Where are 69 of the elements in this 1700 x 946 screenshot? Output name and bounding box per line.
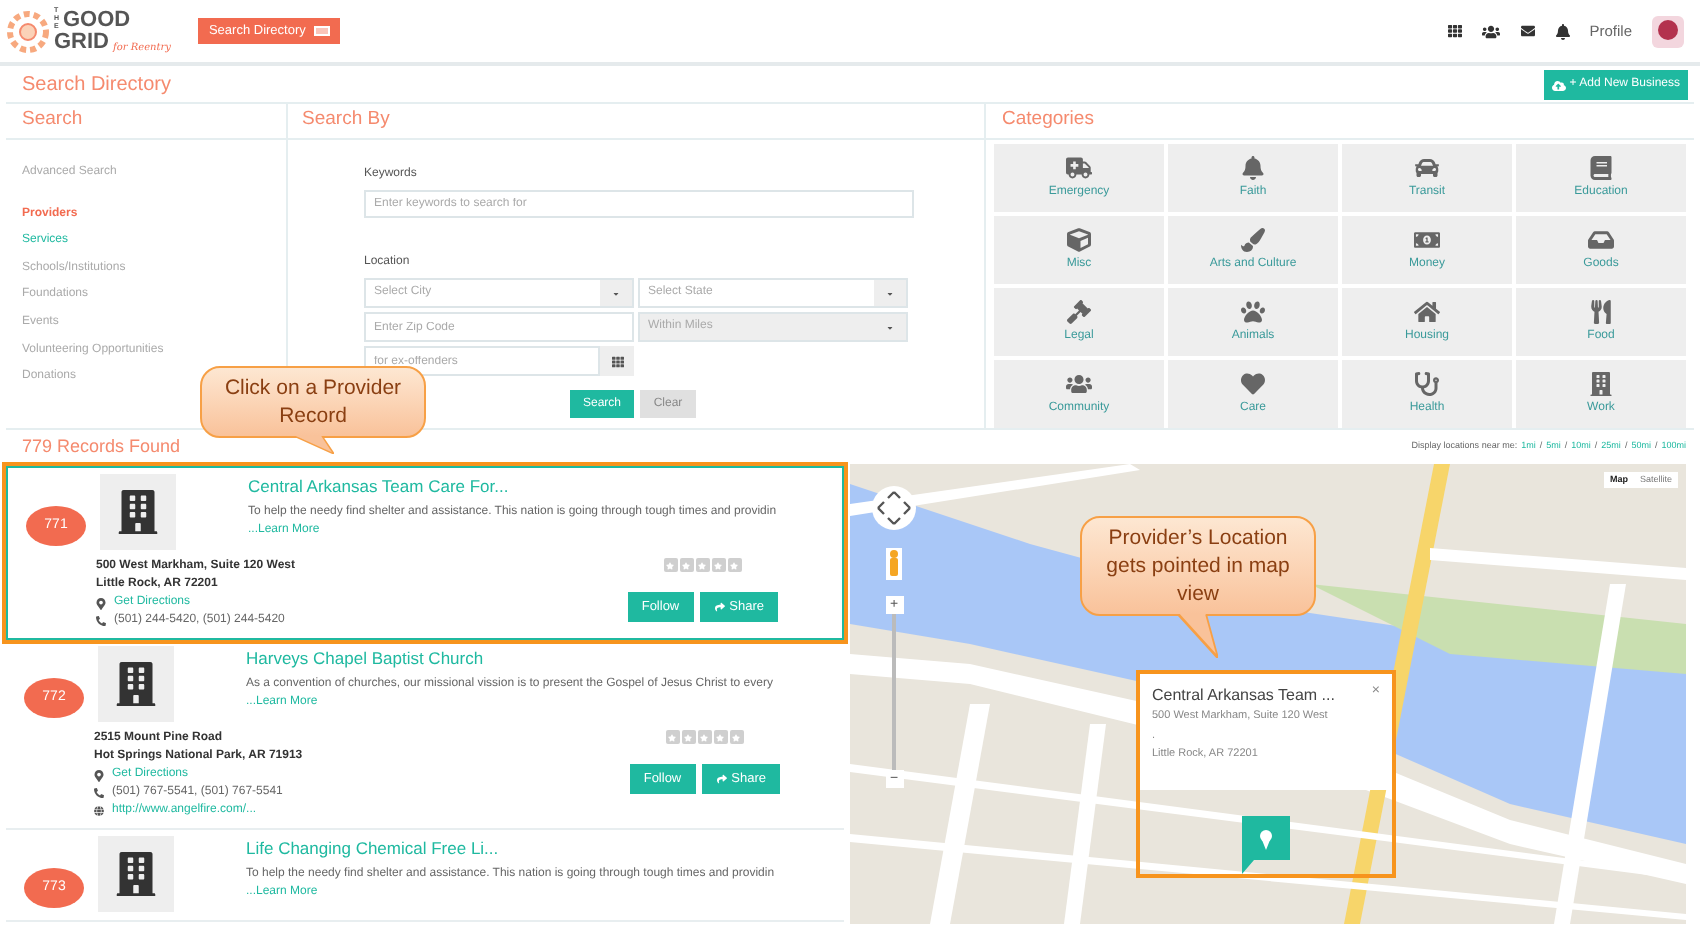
share-arrow-icon: [715, 774, 728, 784]
star[interactable]: [697, 730, 712, 744]
star[interactable]: [729, 730, 744, 744]
star[interactable]: [665, 730, 680, 744]
panel-title: Search: [22, 106, 83, 135]
fork-knife-icon: [1588, 299, 1614, 323]
info-title: Central Arkansas Team ...: [1152, 684, 1335, 708]
grid-icon: [611, 355, 623, 367]
caret-down-icon: [886, 289, 894, 297]
bell-icon: [1240, 155, 1266, 179]
building-icon: [1588, 371, 1614, 395]
pin-icon: [96, 597, 106, 609]
callout-pointer: [1178, 614, 1218, 658]
bell-icon[interactable]: [1555, 23, 1570, 39]
callout-pointer: [293, 436, 333, 454]
record-card[interactable]: [6, 466, 844, 640]
mail-icon[interactable]: [1519, 24, 1536, 38]
share-arrow-icon: [713, 602, 726, 612]
logo-text: GOOD: [63, 9, 131, 31]
star[interactable]: [663, 558, 678, 572]
book-icon: [1588, 155, 1614, 179]
callout-bubble: Click on a Provider Record: [200, 366, 426, 438]
ambulance-icon: [1066, 155, 1092, 179]
star[interactable]: [679, 558, 694, 572]
star[interactable]: [713, 730, 728, 744]
cube-icon: [1066, 227, 1092, 251]
phone-icon: [96, 616, 106, 626]
record-title[interactable]: Harveys Chapel Baptist Church: [246, 646, 832, 672]
stethoscope-icon: [1414, 371, 1440, 395]
car-icon: [1414, 155, 1440, 179]
records-count: 779 Records Found: [22, 434, 181, 461]
apps-grid-icon[interactable]: [1447, 24, 1462, 38]
people-icon: [1066, 371, 1092, 395]
panel-title: Search By: [302, 106, 390, 135]
star[interactable]: [711, 558, 726, 572]
star-rating[interactable]: [665, 730, 744, 744]
pan-control-icon[interactable]: [870, 484, 918, 532]
banknote-icon: [1414, 227, 1440, 251]
paintbrush-icon: [1240, 227, 1266, 251]
record-title[interactable]: Central Arkansas Team Care For...: [248, 474, 830, 500]
person-figure-icon[interactable]: [886, 548, 902, 580]
building-thumbnail: [98, 646, 174, 722]
pin-icon: [94, 769, 104, 781]
caret-down-icon: [612, 289, 620, 297]
heart-icon: [1240, 371, 1266, 395]
cloud-upload-icon: [1551, 79, 1566, 91]
avatar-icon[interactable]: [1652, 15, 1684, 47]
star-rating[interactable]: [663, 558, 742, 572]
building-thumbnail: [100, 474, 176, 550]
star[interactable]: [695, 558, 710, 572]
location-marker-icon[interactable]: [1242, 816, 1290, 874]
star[interactable]: [681, 730, 696, 744]
phone-icon: [94, 788, 104, 798]
house-icon: [1414, 299, 1440, 323]
callout-bubble: Provider’s Location gets pointed in map view: [1080, 516, 1316, 616]
record-title[interactable]: Life Changing Chemical Free Li...: [246, 836, 832, 862]
people-icon[interactable]: [1481, 23, 1500, 39]
building-thumbnail: [98, 836, 174, 912]
gavel-icon: [1066, 299, 1092, 323]
logo-text: GRID: [54, 31, 109, 54]
logo-gear-icon: [6, 9, 50, 53]
grid-menu-button[interactable]: [600, 346, 634, 376]
panel-title: Categories: [1002, 106, 1094, 135]
inbox-icon: [1588, 227, 1614, 251]
caret-down-icon: [886, 323, 894, 331]
page-title: Search Directory: [22, 71, 171, 99]
star[interactable]: [727, 558, 742, 572]
paw-icon: [1240, 299, 1266, 323]
globe-icon: [94, 806, 104, 816]
